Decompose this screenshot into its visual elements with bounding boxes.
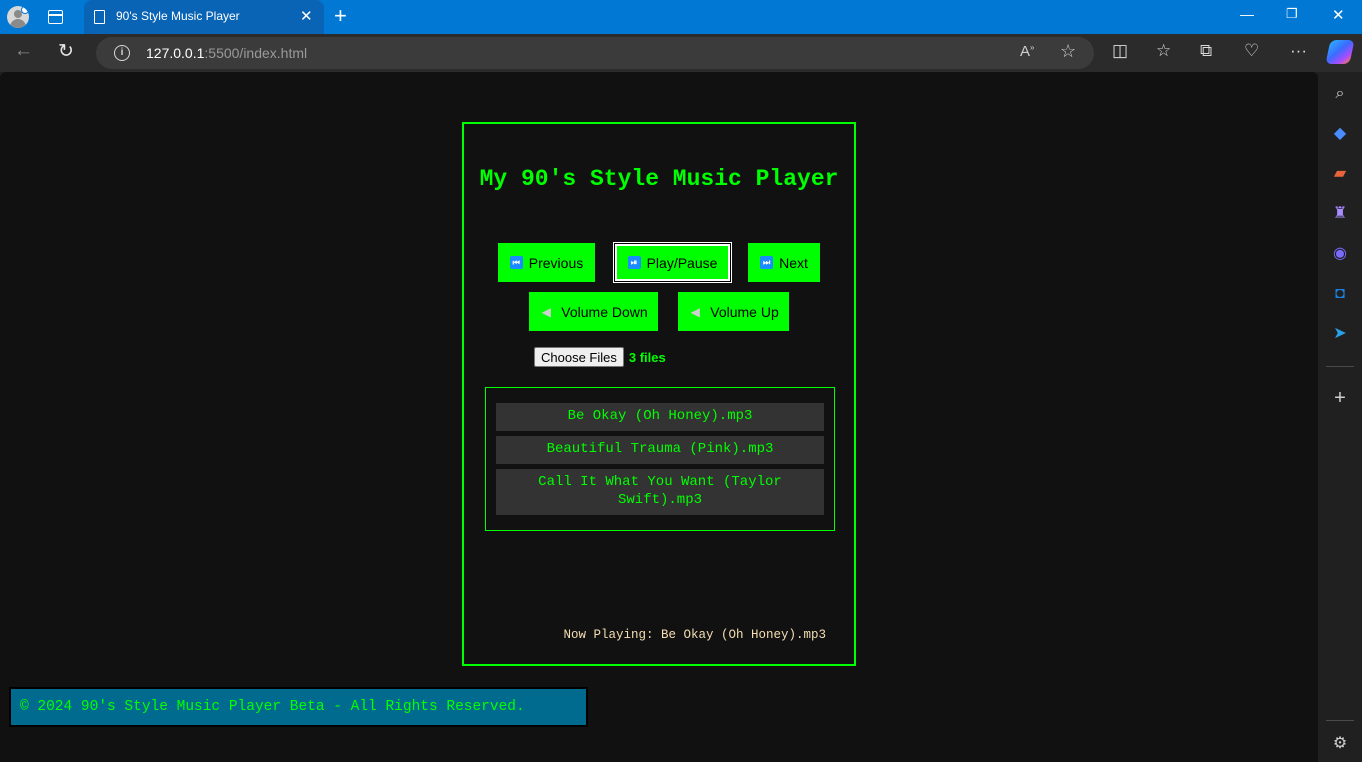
profile-avatar-icon[interactable] <box>7 6 29 28</box>
add-sidebar-icon[interactable]: + <box>1330 388 1350 408</box>
back-icon[interactable]: ← <box>14 40 33 62</box>
playlist-item[interactable]: Be Okay (Oh Honey).mp3 <box>496 403 824 431</box>
choose-files-button[interactable]: Choose Files <box>534 347 624 367</box>
page-icon <box>94 10 105 24</box>
play-pause-label: Play/Pause <box>646 254 718 271</box>
next-icon: ⏭ <box>760 256 774 269</box>
restore-icon[interactable]: ❐ <box>1286 6 1298 22</box>
file-count-text: 3 files <box>628 349 666 365</box>
play-pause-button[interactable]: ⏯ Play/Pause <box>614 243 731 282</box>
new-tab-icon[interactable]: + <box>334 3 347 29</box>
volume-down-button[interactable]: ◀ Volume Down <box>529 292 658 331</box>
page-viewport: My 90's Style Music Player ⏮ Previous ⏯ … <box>0 72 1318 762</box>
search-icon[interactable]: ⌕ <box>1330 84 1350 104</box>
browser-toolbar: ← ↻ i 127.0.0.1:5500/index.html A» ☆ ◫ ☆… <box>0 34 1362 72</box>
next-button[interactable]: ⏭ Next <box>748 243 820 282</box>
volume-up-button[interactable]: ◀ Volume Up <box>678 292 789 331</box>
playlist: Be Okay (Oh Honey).mp3 Beautiful Trauma … <box>485 387 835 531</box>
split-screen-icon[interactable]: ◫ <box>1112 41 1128 61</box>
next-label: Next <box>779 254 808 271</box>
file-input: Choose Files 3 files <box>534 347 666 367</box>
shopping-tag-icon[interactable]: ◆ <box>1330 124 1350 144</box>
volume-down-label: Volume Down <box>561 303 648 320</box>
tab-title: 90's Style Music Player <box>116 9 240 23</box>
close-tab-icon[interactable]: ✕ <box>300 7 313 25</box>
previous-icon: ⏮ <box>509 256 523 269</box>
browser-titlebar: 90's Style Music Player ✕ + — ❐ ✕ <box>0 0 1362 34</box>
collections-icon[interactable]: ⧉ <box>1200 41 1212 61</box>
tools-icon[interactable]: ▰ <box>1330 164 1350 184</box>
settings-gear-icon[interactable]: ⚙ <box>1330 734 1350 754</box>
page-title: My 90's Style Music Player <box>479 166 839 192</box>
url-text[interactable]: 127.0.0.1:5500/index.html <box>146 45 307 61</box>
performance-icon[interactable]: ♡ <box>1244 41 1259 61</box>
music-player-panel: My 90's Style Music Player ⏮ Previous ⏯ … <box>462 122 856 666</box>
sidebar-divider <box>1326 720 1354 721</box>
speaker-high-icon: ◀ <box>690 304 700 319</box>
previous-button[interactable]: ⏮ Previous <box>498 243 595 282</box>
copilot-icon[interactable] <box>1325 40 1355 64</box>
play-pause-icon: ⏯ <box>627 256 641 269</box>
sidebar-divider <box>1326 366 1354 367</box>
read-aloud-icon[interactable]: A» <box>1020 43 1034 60</box>
footer: © 2024 90's Style Music Player Beta - Al… <box>9 687 588 727</box>
outlook-icon[interactable]: ◘ <box>1330 284 1350 304</box>
playlist-item[interactable]: Call It What You Want (Taylor Swift).mp3 <box>496 469 824 515</box>
send-icon[interactable]: ➤ <box>1330 324 1350 344</box>
minimize-icon[interactable]: — <box>1240 6 1254 22</box>
tab-actions-icon[interactable] <box>48 10 63 24</box>
browser-tab-active[interactable]: 90's Style Music Player ✕ <box>84 0 324 34</box>
now-playing-text: Now Playing: Be Okay (Oh Honey).mp3 <box>563 628 826 642</box>
playlist-item[interactable]: Beautiful Trauma (Pink).mp3 <box>496 436 824 464</box>
volume-up-label: Volume Up <box>710 303 779 320</box>
favorite-star-icon[interactable]: ☆ <box>1060 41 1076 62</box>
games-icon[interactable]: ♜ <box>1330 204 1350 224</box>
refresh-icon[interactable]: ↻ <box>58 40 74 63</box>
speaker-low-icon: ◀ <box>541 304 551 319</box>
more-menu-icon[interactable]: ··· <box>1290 41 1307 61</box>
favorites-icon[interactable]: ☆ <box>1156 41 1171 61</box>
copilot-sidebar-icon[interactable]: ◉ <box>1330 244 1350 264</box>
close-window-icon[interactable]: ✕ <box>1332 6 1345 24</box>
site-info-icon[interactable]: i <box>114 45 130 61</box>
browser-sidebar: ⌕ ◆ ▰ ♜ ◉ ◘ ➤ + ⚙ <box>1318 72 1362 762</box>
address-bar[interactable]: i 127.0.0.1:5500/index.html A» ☆ <box>96 37 1094 69</box>
previous-label: Previous <box>528 254 584 271</box>
